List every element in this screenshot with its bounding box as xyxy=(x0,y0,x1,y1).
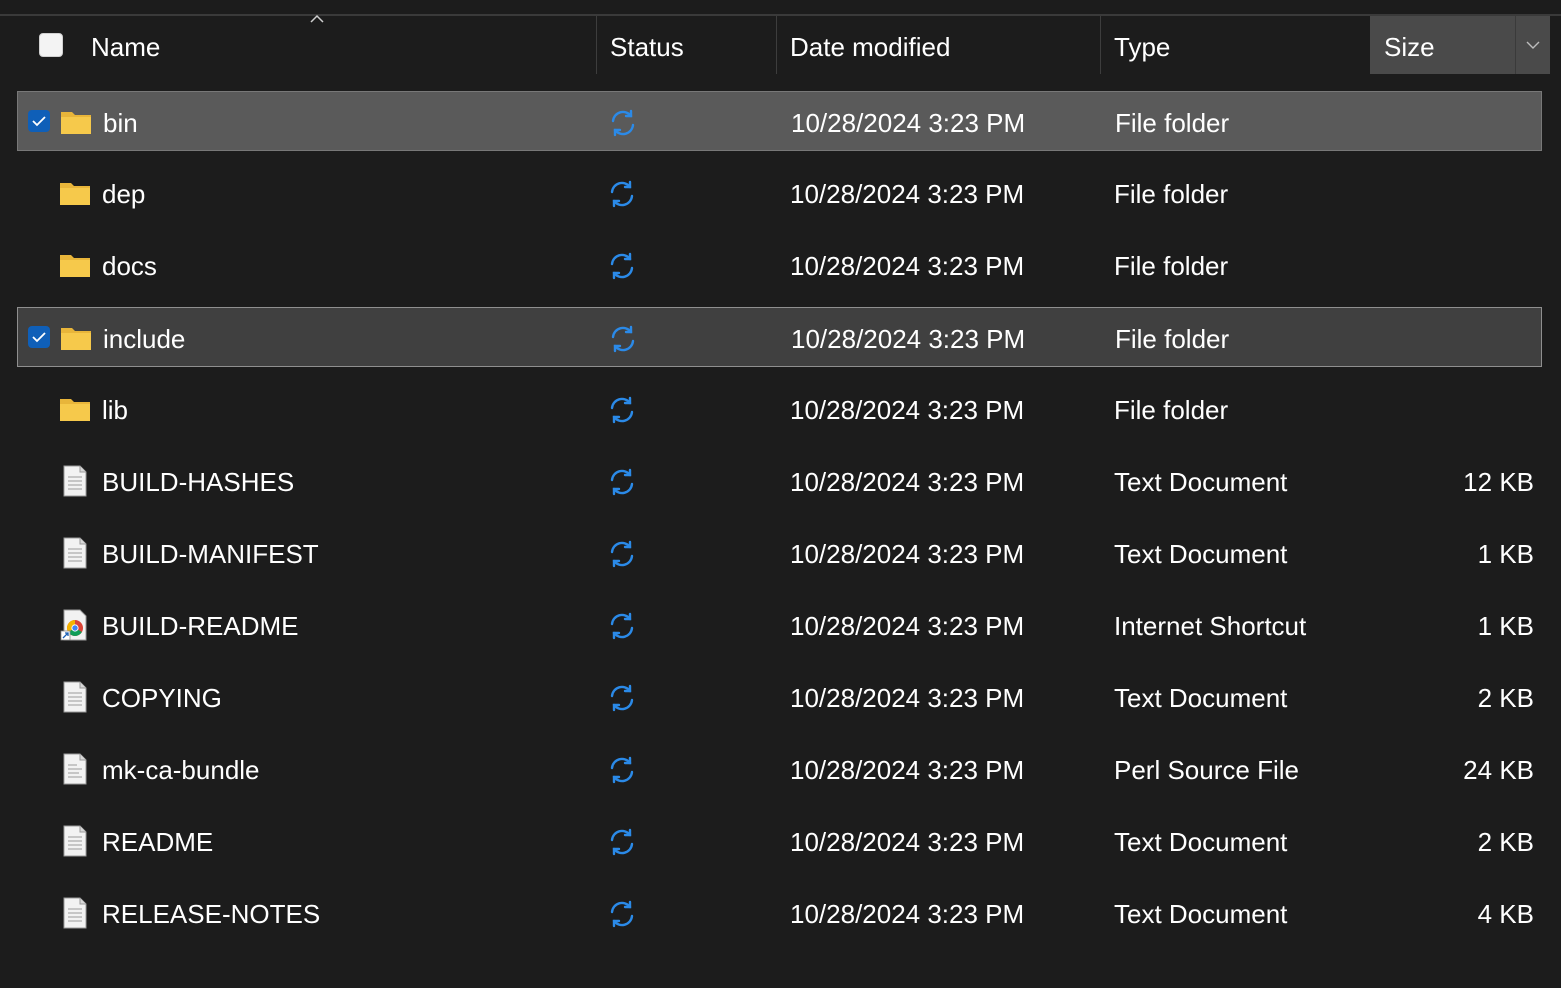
text-document-icon xyxy=(57,463,93,499)
column-header-size-label: Size xyxy=(1384,32,1435,62)
file-date-modified: 10/28/2024 3:23 PM xyxy=(790,827,1025,857)
file-date-modified: 10/28/2024 3:23 PM xyxy=(790,683,1025,713)
perl-file-icon xyxy=(57,751,93,787)
file-date-modified: 10/28/2024 3:23 PM xyxy=(790,539,1025,569)
file-row[interactable]: lib 10/28/2024 3:23 PM File folder xyxy=(17,379,1542,439)
column-divider[interactable] xyxy=(1100,16,1101,74)
file-name[interactable]: COPYING xyxy=(102,667,222,727)
column-divider[interactable] xyxy=(596,16,597,74)
column-header-status[interactable]: Status xyxy=(610,16,776,74)
column-header-date[interactable]: Date modified xyxy=(790,16,1100,74)
file-name[interactable]: lib xyxy=(102,379,128,439)
folder-icon xyxy=(57,391,93,427)
file-type: File folder xyxy=(1115,324,1230,354)
sync-status-icon xyxy=(607,539,637,569)
file-row[interactable]: docs 10/28/2024 3:23 PM File folder xyxy=(17,235,1542,295)
column-header-name[interactable]: Name xyxy=(91,16,596,74)
file-type: Text Document xyxy=(1114,827,1288,857)
file-date-modified: 10/28/2024 3:23 PM xyxy=(790,467,1025,497)
column-header-name-label: Name xyxy=(91,32,161,62)
file-name[interactable]: bin xyxy=(103,92,138,152)
file-type: File folder xyxy=(1114,179,1229,209)
sync-status-icon xyxy=(607,827,637,857)
file-name[interactable]: BUILD-HASHES xyxy=(102,451,294,511)
file-row[interactable]: bin 10/28/2024 3:23 PM File folder xyxy=(17,91,1542,151)
file-type: Text Document xyxy=(1114,467,1288,497)
file-row[interactable]: BUILD-README 10/28/2024 3:23 PM Internet S… xyxy=(17,595,1542,655)
sync-status-icon xyxy=(607,683,637,713)
file-size: 2 KB xyxy=(1477,827,1534,857)
sync-status-icon xyxy=(607,899,637,929)
sync-status-icon xyxy=(607,395,637,425)
file-size: 1 KB xyxy=(1477,611,1534,641)
file-type: File folder xyxy=(1115,108,1230,138)
file-size: 2 KB xyxy=(1477,683,1534,713)
folder-icon xyxy=(57,175,93,211)
file-row[interactable]: RELEASE-NOTES 10/28/2024 3:23 PM Text Docu… xyxy=(17,883,1542,943)
file-size: 1 KB xyxy=(1477,539,1534,569)
file-type: Text Document xyxy=(1114,683,1288,713)
chevron-down-icon xyxy=(1526,41,1540,49)
select-all-checkbox[interactable] xyxy=(39,33,63,57)
text-document-icon xyxy=(57,895,93,931)
sync-status-icon xyxy=(607,611,637,641)
file-date-modified: 10/28/2024 3:23 PM xyxy=(790,251,1025,281)
row-checkbox[interactable] xyxy=(28,110,50,132)
file-date-modified: 10/28/2024 3:23 PM xyxy=(790,899,1025,929)
file-date-modified: 10/28/2024 3:23 PM xyxy=(790,395,1025,425)
sync-status-icon xyxy=(608,108,638,138)
column-header-size[interactable]: Size xyxy=(1370,16,1515,74)
column-header-date-label: Date modified xyxy=(790,32,951,62)
sync-status-icon xyxy=(607,467,637,497)
internet-shortcut-icon xyxy=(57,607,93,643)
file-size: 12 KB xyxy=(1463,467,1534,497)
file-size: 4 KB xyxy=(1477,899,1534,929)
row-checkbox[interactable] xyxy=(28,326,50,348)
file-type: Text Document xyxy=(1114,899,1288,929)
folder-icon xyxy=(58,320,94,356)
file-name[interactable]: mk-ca-bundle xyxy=(102,739,260,799)
file-size: 24 KB xyxy=(1463,755,1534,785)
file-row[interactable]: dep 10/28/2024 3:23 PM File folder xyxy=(17,163,1542,223)
file-date-modified: 10/28/2024 3:23 PM xyxy=(790,611,1025,641)
file-name[interactable]: RELEASE-NOTES xyxy=(102,883,320,943)
column-dropdown-button[interactable] xyxy=(1515,16,1550,74)
sync-status-icon xyxy=(607,179,637,209)
folder-icon xyxy=(57,247,93,283)
file-name[interactable]: include xyxy=(103,308,185,368)
text-document-icon xyxy=(57,679,93,715)
sync-status-icon xyxy=(608,324,638,354)
column-divider[interactable] xyxy=(776,16,777,74)
file-type: Internet Shortcut xyxy=(1114,611,1307,641)
file-row[interactable]: COPYING 10/28/2024 3:23 PM Text Document 2 … xyxy=(17,667,1542,727)
file-row[interactable]: README 10/28/2024 3:23 PM Text Document 2 K… xyxy=(17,811,1542,871)
top-border xyxy=(0,0,1561,16)
file-name[interactable]: docs xyxy=(102,235,157,295)
file-row[interactable]: BUILD-HASHES 10/28/2024 3:23 PM Text Docum… xyxy=(17,451,1542,511)
file-type: File folder xyxy=(1114,395,1229,425)
file-date-modified: 10/28/2024 3:23 PM xyxy=(791,108,1026,138)
file-row[interactable]: mk-ca-bundle 10/28/2024 3:23 PM Perl Sourc… xyxy=(17,739,1542,799)
column-header-type[interactable]: Type xyxy=(1114,16,1370,74)
file-type: Perl Source File xyxy=(1114,755,1299,785)
file-type: File folder xyxy=(1114,251,1229,281)
folder-icon xyxy=(58,104,94,140)
file-name[interactable]: dep xyxy=(102,163,145,223)
file-name[interactable]: BUILD-README xyxy=(102,595,298,655)
column-header-status-label: Status xyxy=(610,32,684,62)
file-name[interactable]: README xyxy=(102,811,213,871)
text-document-icon xyxy=(57,535,93,571)
text-document-icon xyxy=(57,823,93,859)
file-row[interactable]: include 10/28/2024 3:23 PM File folder xyxy=(17,307,1542,367)
file-date-modified: 10/28/2024 3:23 PM xyxy=(790,755,1025,785)
sync-status-icon xyxy=(607,251,637,281)
file-row[interactable]: BUILD-MANIFEST 10/28/2024 3:23 PM Text Doc… xyxy=(17,523,1542,583)
column-header: Name Status Date modified Type Size xyxy=(0,14,1561,74)
file-date-modified: 10/28/2024 3:23 PM xyxy=(790,179,1025,209)
sync-status-icon xyxy=(607,755,637,785)
file-name[interactable]: BUILD-MANIFEST xyxy=(102,523,319,583)
column-header-type-label: Type xyxy=(1114,32,1171,62)
file-type: Text Document xyxy=(1114,539,1288,569)
file-date-modified: 10/28/2024 3:23 PM xyxy=(791,324,1026,354)
